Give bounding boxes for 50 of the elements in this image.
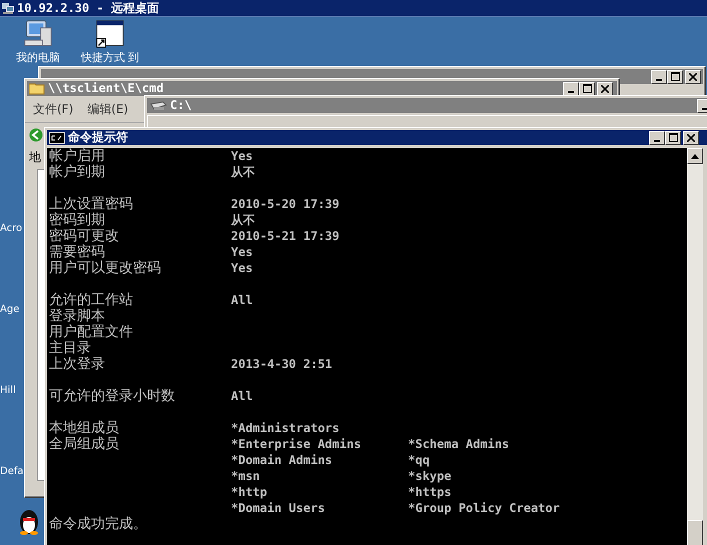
- field-value: 从不: [231, 164, 255, 178]
- field-label: 密码可更改: [49, 228, 119, 244]
- icon-label[interactable]: Acro: [0, 223, 22, 235]
- field-value: 2010-5-21 17:39: [231, 229, 340, 243]
- field-label: 帐户启用: [49, 148, 105, 164]
- field-value: *http: [231, 485, 268, 499]
- field-value: 从不: [231, 212, 255, 226]
- field-label: 登录脚本: [49, 308, 105, 324]
- field-label: 需要密码: [49, 244, 105, 260]
- field-label: 用户可以更改密码: [49, 260, 161, 276]
- field-label: 帐户到期: [49, 164, 105, 180]
- field-label: 可允许的登录小时数: [49, 388, 175, 404]
- field-value: *Administrators: [231, 421, 340, 435]
- field-label: 全局组成员: [49, 436, 119, 452]
- field-value: *Domain Admins: [231, 453, 332, 467]
- field-value: *qq: [408, 453, 430, 467]
- field-label: 本地组成员: [49, 420, 119, 436]
- field-label: 上次设置密码: [49, 196, 133, 212]
- field-value: Yes: [231, 245, 253, 259]
- field-label: 命令成功完成。: [49, 516, 147, 532]
- window-title: 命令提示符: [68, 131, 128, 144]
- field-value: Yes: [231, 149, 253, 163]
- icon-label[interactable]: 快捷方式 到: [80, 51, 140, 64]
- field-value: 2010-5-20 17:39: [231, 197, 340, 211]
- window-title: 10.92.2.30 - 远程桌面: [17, 0, 159, 16]
- field-value: *Enterprise Admins: [231, 437, 362, 451]
- field-value: *msn: [231, 469, 260, 483]
- field-value: All: [231, 389, 253, 403]
- menu-item[interactable]: 文件(F): [33, 101, 74, 117]
- field-label: 用户配置文件: [49, 324, 133, 340]
- icon-label[interactable]: Hill: [0, 385, 16, 397]
- field-label: 密码到期: [49, 212, 105, 228]
- field-value: *Schema Admins: [408, 437, 510, 451]
- field-value: *skype: [408, 469, 452, 483]
- icon-label[interactable]: Defa: [0, 466, 24, 478]
- field-value: *Group Policy Creator: [408, 501, 560, 515]
- field-value: *Domain Users: [231, 501, 325, 515]
- field-label: 允许的工作站: [49, 292, 133, 308]
- icon-label[interactable]: Age: [0, 304, 20, 316]
- icon-label[interactable]: 我的电脑: [16, 51, 60, 64]
- field-label: 上次登录: [49, 356, 105, 372]
- menu-item[interactable]: 编辑(E): [87, 101, 128, 117]
- address-label: 地: [29, 148, 41, 166]
- window-title: \\tsclient\E\cmd: [48, 82, 164, 95]
- field-value: Yes: [231, 261, 253, 275]
- field-value: *https: [408, 485, 452, 499]
- field-label: 主目录: [49, 340, 91, 356]
- field-value: 2013-4-30 2:51: [231, 357, 332, 371]
- field-value: All: [231, 293, 253, 307]
- window-title: C:\: [170, 99, 192, 112]
